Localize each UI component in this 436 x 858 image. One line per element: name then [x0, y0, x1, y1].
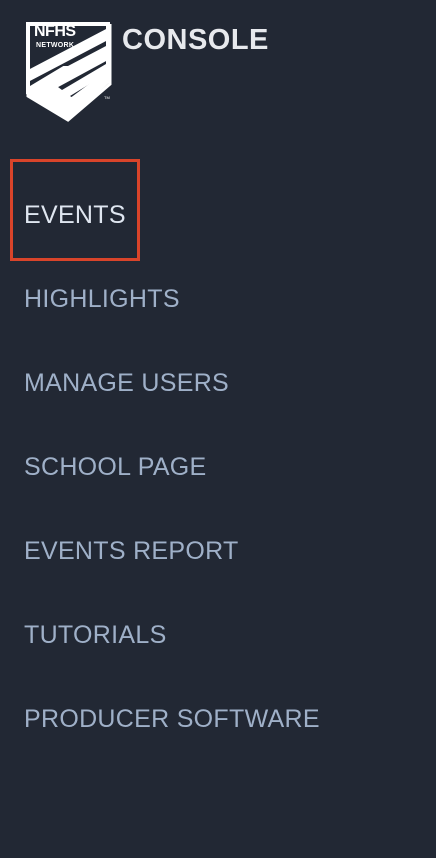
nav-item-manage-users[interactable]: MANAGE USERS [24, 368, 229, 398]
nav-item-events[interactable]: EVENTS [24, 200, 126, 230]
logo-text: NFHS [34, 23, 76, 40]
nav-item-events-report[interactable]: EVENTS REPORT [24, 536, 239, 566]
logo-subtext: NETWORK [36, 42, 75, 49]
nav-item-producer-software[interactable]: PRODUCER SOFTWARE [24, 704, 320, 734]
nav-item-school-page[interactable]: SCHOOL PAGE [24, 452, 207, 482]
nav-item-highlights[interactable]: HIGHLIGHTS [24, 284, 180, 314]
logo-trademark: TM [104, 95, 110, 100]
sidebar: NFHS NETWORK TM CONSOLE EVENTS HIGHLIGHT… [0, 0, 436, 858]
nav-item-tutorials[interactable]: TUTORIALS [24, 620, 167, 650]
nfhs-network-logo[interactable]: NFHS NETWORK TM [24, 20, 114, 124]
brand-header: NFHS NETWORK TM CONSOLE [24, 20, 424, 130]
console-title: CONSOLE [122, 24, 269, 56]
